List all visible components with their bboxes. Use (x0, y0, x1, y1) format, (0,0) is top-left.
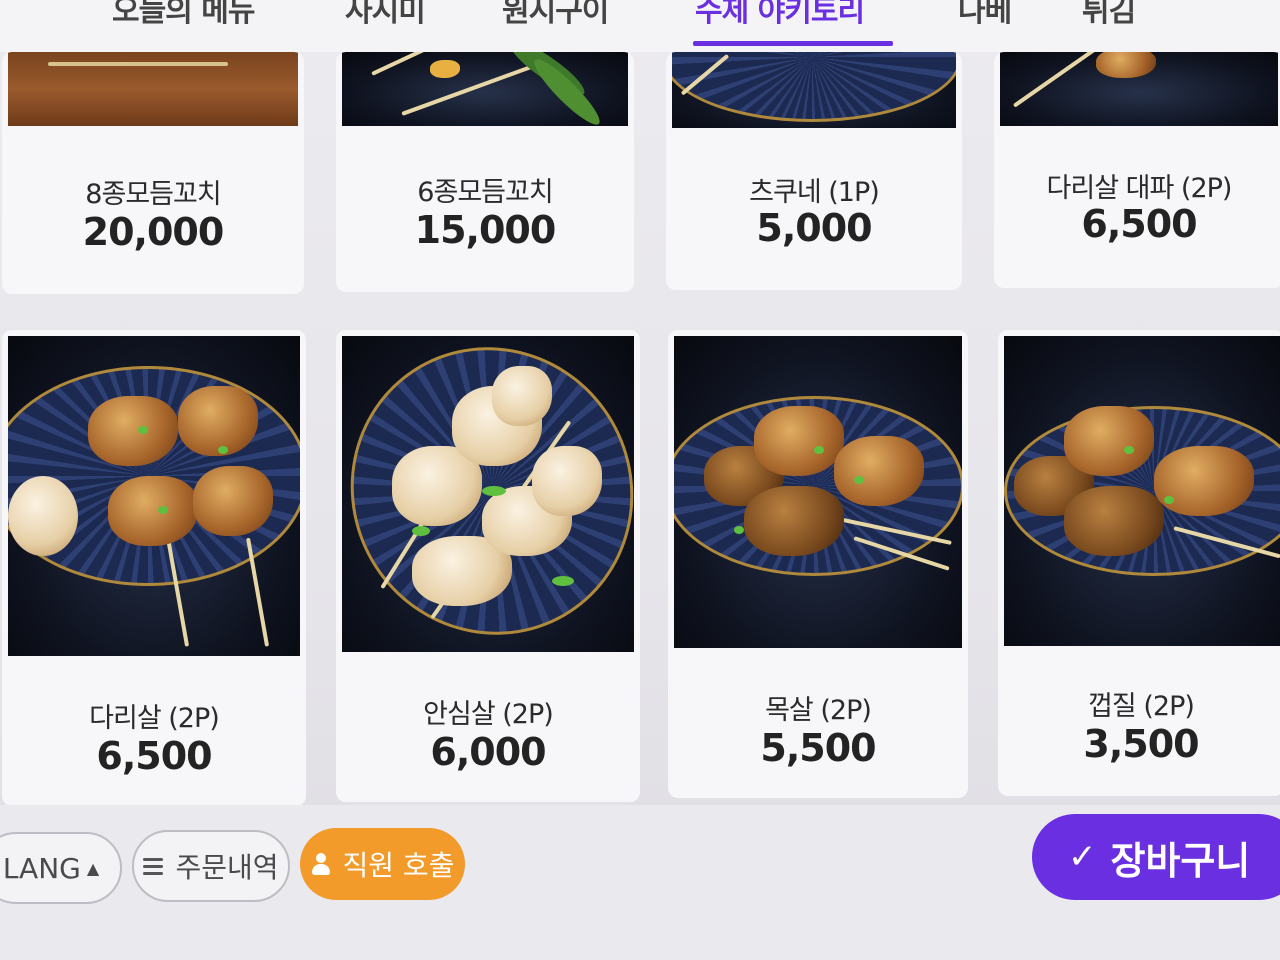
tab-yakitori[interactable]: 수제 야키토리 (695, 0, 865, 29)
call-staff-label: 직원 호출 (342, 849, 455, 882)
menu-item-price: 5,500 (760, 726, 876, 770)
menu-item-name: 안심살 (2P) (423, 699, 554, 730)
menu-card[interactable]: 다리살 대파 (2P) 6,500 (994, 52, 1280, 288)
menu-item-name: 다리살 대파 (2P) (1046, 173, 1233, 204)
tab-grill[interactable]: 원시구이 (502, 0, 609, 29)
menu-item-name: 목살 (2P) (765, 695, 872, 726)
call-staff-button[interactable]: 직원 호출 (300, 828, 465, 900)
cart-label: 장바구니 (1110, 838, 1251, 883)
menu-item-photo (8, 336, 300, 656)
kiosk-screen: 오늘의 메뉴 사시미 원시구이 수제 야키토리 나베 튀김 8종모듬꼬치 20,… (0, 0, 1280, 960)
menu-card[interactable]: 8종모듬꼬치 20,000 (2, 52, 304, 294)
menu-item-photo (672, 52, 956, 128)
active-tab-indicator (693, 41, 893, 46)
menu-item-name: 츠쿠네 (1P) (749, 177, 880, 208)
person-icon (311, 852, 331, 876)
check-icon: ✓ (1068, 837, 1097, 877)
menu-item-price: 5,000 (756, 206, 872, 250)
tab-todays-menu[interactable]: 오늘의 메뉴 (112, 0, 255, 29)
category-tab-bar: 오늘의 메뉴 사시미 원시구이 수제 야키토리 나베 튀김 (0, 0, 1280, 52)
menu-item-name: 껍질 (2P) (1088, 691, 1195, 722)
menu-item-photo (342, 52, 628, 126)
menu-card[interactable]: 츠쿠네 (1P) 5,000 (666, 52, 962, 290)
menu-card[interactable]: 안심살 (2P) 6,000 (336, 330, 640, 802)
menu-item-name: 다리살 (2P) (89, 703, 220, 734)
order-history-label: 주문내역 (175, 851, 279, 884)
menu-card[interactable]: 껍질 (2P) 3,500 (998, 330, 1280, 796)
menu-item-price: 20,000 (82, 210, 225, 254)
caret-up-icon: ▲ (86, 858, 100, 878)
list-icon (143, 854, 164, 879)
menu-card[interactable]: 6종모듬꼬치 15,000 (336, 52, 634, 292)
menu-item-photo (8, 52, 298, 126)
menu-item-photo (1000, 52, 1278, 126)
language-button[interactable]: LANG ▲ (0, 832, 122, 904)
menu-item-name: 8종모듬꼬치 (85, 179, 221, 210)
menu-item-price: 6,500 (1081, 202, 1197, 246)
menu-item-price: 6,000 (430, 730, 546, 774)
menu-item-name: 6종모듬꼬치 (417, 177, 553, 208)
order-history-button[interactable]: 주문내역 (132, 830, 290, 902)
menu-item-photo (1004, 336, 1280, 646)
language-label: LANG (2, 851, 81, 885)
menu-item-price: 3,500 (1083, 722, 1199, 766)
menu-item-photo (674, 336, 962, 648)
menu-card[interactable]: 다리살 (2P) 6,500 (2, 330, 306, 806)
tab-nabe[interactable]: 나베 (958, 0, 1012, 29)
cart-button[interactable]: ✓ 장바구니 (1032, 814, 1280, 900)
tab-sashimi[interactable]: 사시미 (345, 0, 426, 29)
menu-card[interactable]: 목살 (2P) 5,500 (668, 330, 968, 798)
menu-item-price: 6,500 (96, 734, 212, 778)
menu-item-photo (342, 336, 634, 652)
tab-tempura[interactable]: 튀김 (1082, 0, 1136, 29)
menu-item-price: 15,000 (414, 208, 557, 252)
